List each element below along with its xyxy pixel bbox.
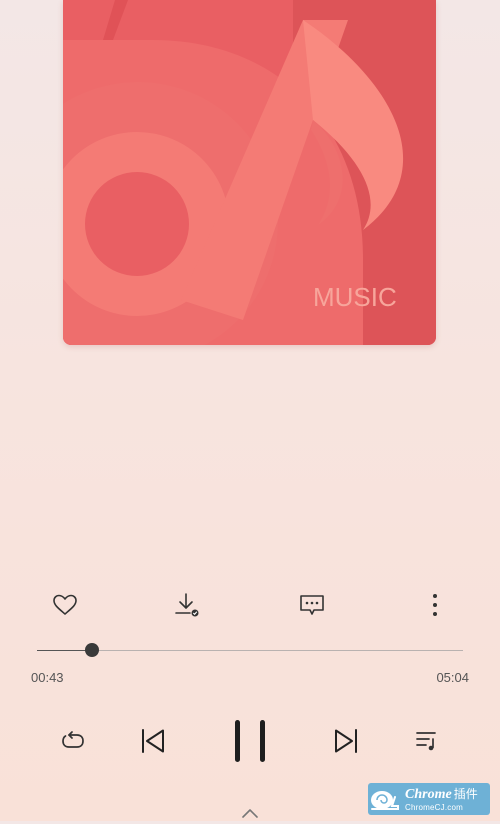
repeat-icon	[62, 731, 84, 748]
expand-button[interactable]	[240, 806, 260, 818]
total-time: 05:04	[436, 670, 469, 685]
snail-logo-icon	[371, 791, 399, 810]
download-button[interactable]	[170, 588, 204, 622]
playback-controls	[0, 715, 500, 767]
progress-track[interactable]	[37, 643, 463, 657]
watermark: Chrome 插件 ChromeCJ.com	[368, 783, 490, 815]
heart-icon	[53, 594, 77, 615]
next-button[interactable]	[330, 724, 364, 758]
pause-icon	[235, 720, 265, 762]
progress-fill	[37, 650, 93, 651]
like-button[interactable]	[48, 588, 82, 622]
download-icon	[175, 593, 199, 617]
more-vertical-icon	[433, 594, 437, 616]
album-label: MUSIC	[313, 282, 397, 312]
action-row	[0, 588, 500, 622]
skip-next-icon	[335, 729, 357, 753]
comment-button[interactable]	[295, 588, 329, 622]
watermark-title: Chrome	[405, 787, 452, 802]
watermark-cjk: 插件	[453, 787, 478, 801]
playlist-icon	[416, 732, 436, 751]
pause-button[interactable]	[228, 715, 272, 767]
more-button[interactable]	[418, 588, 452, 622]
chevron-up-icon	[242, 809, 258, 818]
watermark-url: ChromeCJ.com	[405, 803, 463, 812]
repeat-button[interactable]	[56, 724, 90, 758]
comment-icon	[300, 595, 324, 615]
current-time: 00:43	[31, 670, 64, 685]
previous-button[interactable]	[135, 724, 169, 758]
skip-previous-icon	[142, 729, 164, 753]
playlist-button[interactable]	[410, 724, 444, 758]
album-art: MUSIC	[63, 0, 436, 345]
progress-thumb[interactable]	[85, 643, 100, 657]
